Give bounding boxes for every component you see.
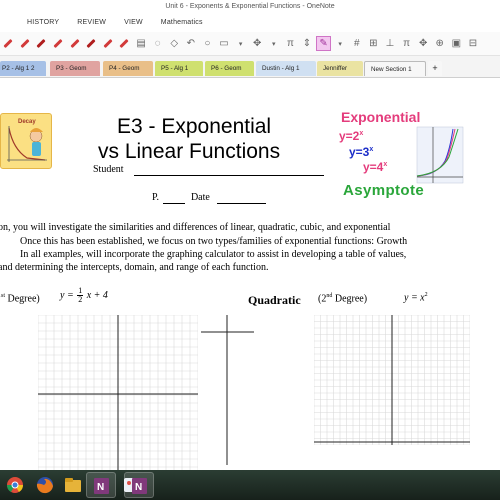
onenote-window: Unit 6 - Exponents & Exponential Functio… — [0, 0, 500, 500]
section-tab-jenniffer[interactable]: Jenniffer — [317, 61, 363, 76]
pen-icon[interactable] — [117, 36, 132, 51]
shapes-icon[interactable]: ▭ — [217, 36, 232, 51]
section-tab-p5[interactable]: P5 - Alg 1 — [155, 61, 203, 76]
title-bar: Unit 6 - Exponents & Exponential Functio… — [0, 0, 500, 14]
period-date-line: P. Date — [152, 192, 210, 203]
intro-line-2: Once this has been established, we focus… — [20, 236, 408, 247]
section-tab-dustin[interactable]: Dustin - Alg 1 — [256, 61, 316, 76]
pen-icon[interactable] — [1, 36, 16, 51]
section-tab-new[interactable]: New Section 1 — [364, 61, 426, 76]
section-tab-p6[interactable]: P6 - Geom — [205, 61, 254, 76]
svg-text:N: N — [97, 482, 104, 493]
student-label: Student — [93, 164, 124, 175]
zoom-icon[interactable]: ⊕ — [432, 36, 447, 51]
exponential-illustration: Exponential y=2x y=3x y=4x Asymptote — [337, 109, 467, 201]
dropdown-icon[interactable]: ▾ — [233, 36, 248, 51]
linear-degree-label: 1st Degree) — [0, 293, 40, 305]
decay-cartoon-icon — [7, 126, 47, 162]
lasso-icon[interactable]: ◌ — [150, 36, 165, 51]
svg-text:N: N — [135, 482, 142, 493]
pi-icon[interactable]: π — [283, 36, 298, 51]
section-tab-p4[interactable]: P4 - Geom — [103, 61, 153, 76]
exp-card-title: Exponential — [341, 109, 421, 125]
print-icon[interactable]: ▤ — [134, 36, 149, 51]
quadratic-degree-label: (2nd Degree) — [318, 293, 368, 305]
date-label: Date — [190, 192, 210, 203]
note-page[interactable]: Decay E3 - Exponential vs Linear Functio… — [0, 78, 500, 475]
dropdown-icon[interactable]: ▾ — [266, 36, 281, 51]
grid-icon[interactable]: # — [349, 36, 364, 51]
window-title: Unit 6 - Exponents & Exponential Functio… — [165, 3, 335, 10]
dock-icon[interactable]: ⊟ — [465, 36, 480, 51]
section-tab-p3[interactable]: P3 - Geom — [50, 61, 100, 76]
tab-review[interactable]: REVIEW — [68, 14, 115, 32]
taskbar: N N — [0, 470, 500, 500]
exp-eq-3: y=3x — [349, 145, 374, 159]
chrome-icon — [6, 477, 24, 493]
intro-line-1: on, you will investigate the similaritie… — [0, 222, 391, 233]
linear-eq-fraction: 1 2 — [77, 286, 84, 304]
tab-mathematics[interactable]: Mathematics — [152, 14, 212, 32]
eraser-icon[interactable]: ◇ — [167, 36, 182, 51]
move-icon[interactable]: ✥ — [416, 36, 431, 51]
intro-line-4: and determining the intercepts, domain, … — [0, 262, 269, 273]
taskbar-onenote-2[interactable]: N — [124, 472, 154, 498]
pen-icon[interactable] — [100, 36, 115, 51]
period-label: P. — [152, 192, 159, 203]
student-blank — [134, 175, 324, 176]
taskbar-explorer[interactable] — [58, 472, 88, 498]
onenote-icon: N — [94, 478, 109, 494]
linear-graph-grid — [38, 315, 198, 475]
taskbar-firefox[interactable] — [30, 472, 60, 498]
decay-illustration: Decay — [0, 113, 52, 169]
section-tab-p2[interactable]: P2 - Alg 1 2 — [0, 61, 46, 76]
pi-alt-icon[interactable]: π — [399, 36, 414, 51]
arrange-icon[interactable]: ✥ — [250, 36, 265, 51]
undo-icon[interactable]: ↶ — [183, 36, 198, 51]
quadratic-title: Quadratic — [248, 293, 301, 307]
quadratic-graph-grid — [314, 315, 470, 445]
color-icon[interactable]: ✎ — [316, 36, 332, 51]
section-tabs: P2 - Alg 1 2 P3 - Geom P4 - Geom P5 - Al… — [0, 56, 500, 78]
intro-line-3: In all examples, will incorporate the gr… — [20, 249, 407, 260]
exp-eq-4: y=4x — [363, 160, 388, 174]
date-blank — [217, 203, 266, 204]
table-of-values — [201, 315, 254, 465]
page-title-line1: E3 - Exponential — [117, 115, 272, 138]
period-blank — [163, 203, 185, 204]
table-icon[interactable]: ⊞ — [366, 36, 381, 51]
pen-icon[interactable] — [17, 36, 32, 51]
toolbar: ▤ ◌ ◇ ↶ ○ ▭ ▾ ✥ ▾ π ⇕ ✎ ▾ # ⊞ ⊥ π ✥ ⊕ ▣ … — [0, 32, 500, 56]
exp-card-asymptote: Asymptote — [343, 182, 425, 199]
pen-icon[interactable] — [51, 36, 66, 51]
file-explorer-icon — [65, 478, 81, 492]
exp-eq-2: y=2x — [339, 129, 364, 143]
onenote-icon: N — [132, 478, 147, 494]
add-section-button[interactable]: + — [428, 61, 442, 76]
ruler-icon[interactable]: ⊥ — [382, 36, 397, 51]
circle-icon[interactable]: ○ — [200, 36, 215, 51]
pen-icon[interactable] — [84, 36, 99, 51]
tab-history[interactable]: HISTORY — [18, 14, 68, 32]
insert-space-icon[interactable]: ⇕ — [299, 36, 314, 51]
tab-view[interactable]: VIEW — [115, 14, 152, 32]
firefox-icon — [36, 477, 53, 494]
pen-icon[interactable] — [67, 36, 82, 51]
linear-equation: y = 1 2 x + 4 — [60, 286, 108, 304]
ribbon-tabs: HISTORY REVIEW VIEW Mathematics — [0, 14, 500, 32]
dropdown-icon[interactable]: ▾ — [333, 36, 348, 51]
taskbar-onenote[interactable]: N — [86, 472, 116, 498]
taskbar-chrome[interactable] — [0, 472, 30, 498]
pen-icon[interactable] — [34, 36, 49, 51]
tab-partial[interactable] — [0, 14, 18, 32]
window-icon[interactable]: ▣ — [449, 36, 464, 51]
page-title-line2: vs Linear Functions — [98, 140, 281, 163]
quadratic-equation: y = x2 — [404, 292, 428, 304]
